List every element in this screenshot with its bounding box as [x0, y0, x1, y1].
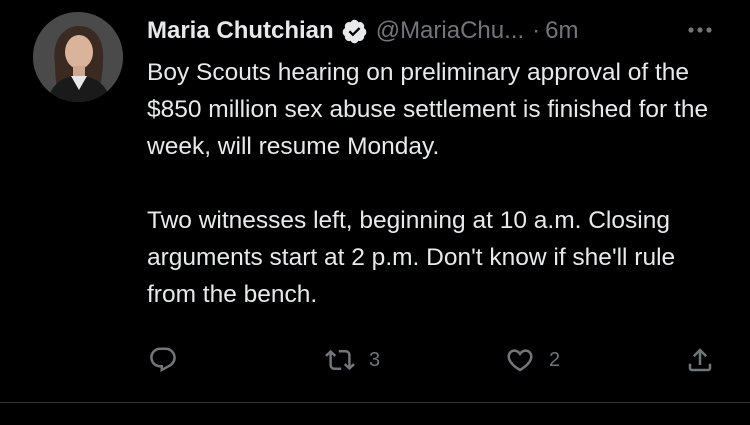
- divider: [0, 402, 750, 403]
- like-button[interactable]: 2: [505, 340, 560, 380]
- retweet-icon: [325, 345, 355, 375]
- retweet-button[interactable]: 3: [325, 340, 380, 380]
- tweet-paragraph: Boy Scouts hearing on preliminary approv…: [147, 59, 709, 160]
- reply-button[interactable]: [148, 340, 178, 380]
- share-button[interactable]: [685, 340, 715, 380]
- like-count: 2: [549, 348, 561, 371]
- reply-icon: [148, 345, 178, 375]
- tweet-actions: 3 2: [0, 340, 750, 380]
- heart-icon: [505, 345, 535, 375]
- author-handle[interactable]: @MariaChu...: [376, 17, 524, 45]
- retweet-count: 3: [369, 348, 381, 371]
- author-name[interactable]: Maria Chutchian: [147, 17, 334, 45]
- tweet-text: Boy Scouts hearing on preliminary approv…: [147, 54, 727, 313]
- more-horizontal-icon[interactable]: [680, 18, 720, 42]
- tweet-paragraph: Two witnesses left, beginning at 10 a.m.…: [147, 207, 676, 308]
- separator-dot: ·: [532, 17, 541, 44]
- tweet-timestamp[interactable]: 6m: [545, 17, 578, 45]
- share-icon: [685, 345, 715, 375]
- tweet[interactable]: Maria Chutchian @MariaChu... · 6m Boy Sc…: [0, 0, 750, 402]
- avatar[interactable]: [33, 12, 123, 102]
- verified-badge-icon: [341, 18, 368, 45]
- tweet-header: Maria Chutchian @MariaChu... · 6m: [147, 14, 578, 48]
